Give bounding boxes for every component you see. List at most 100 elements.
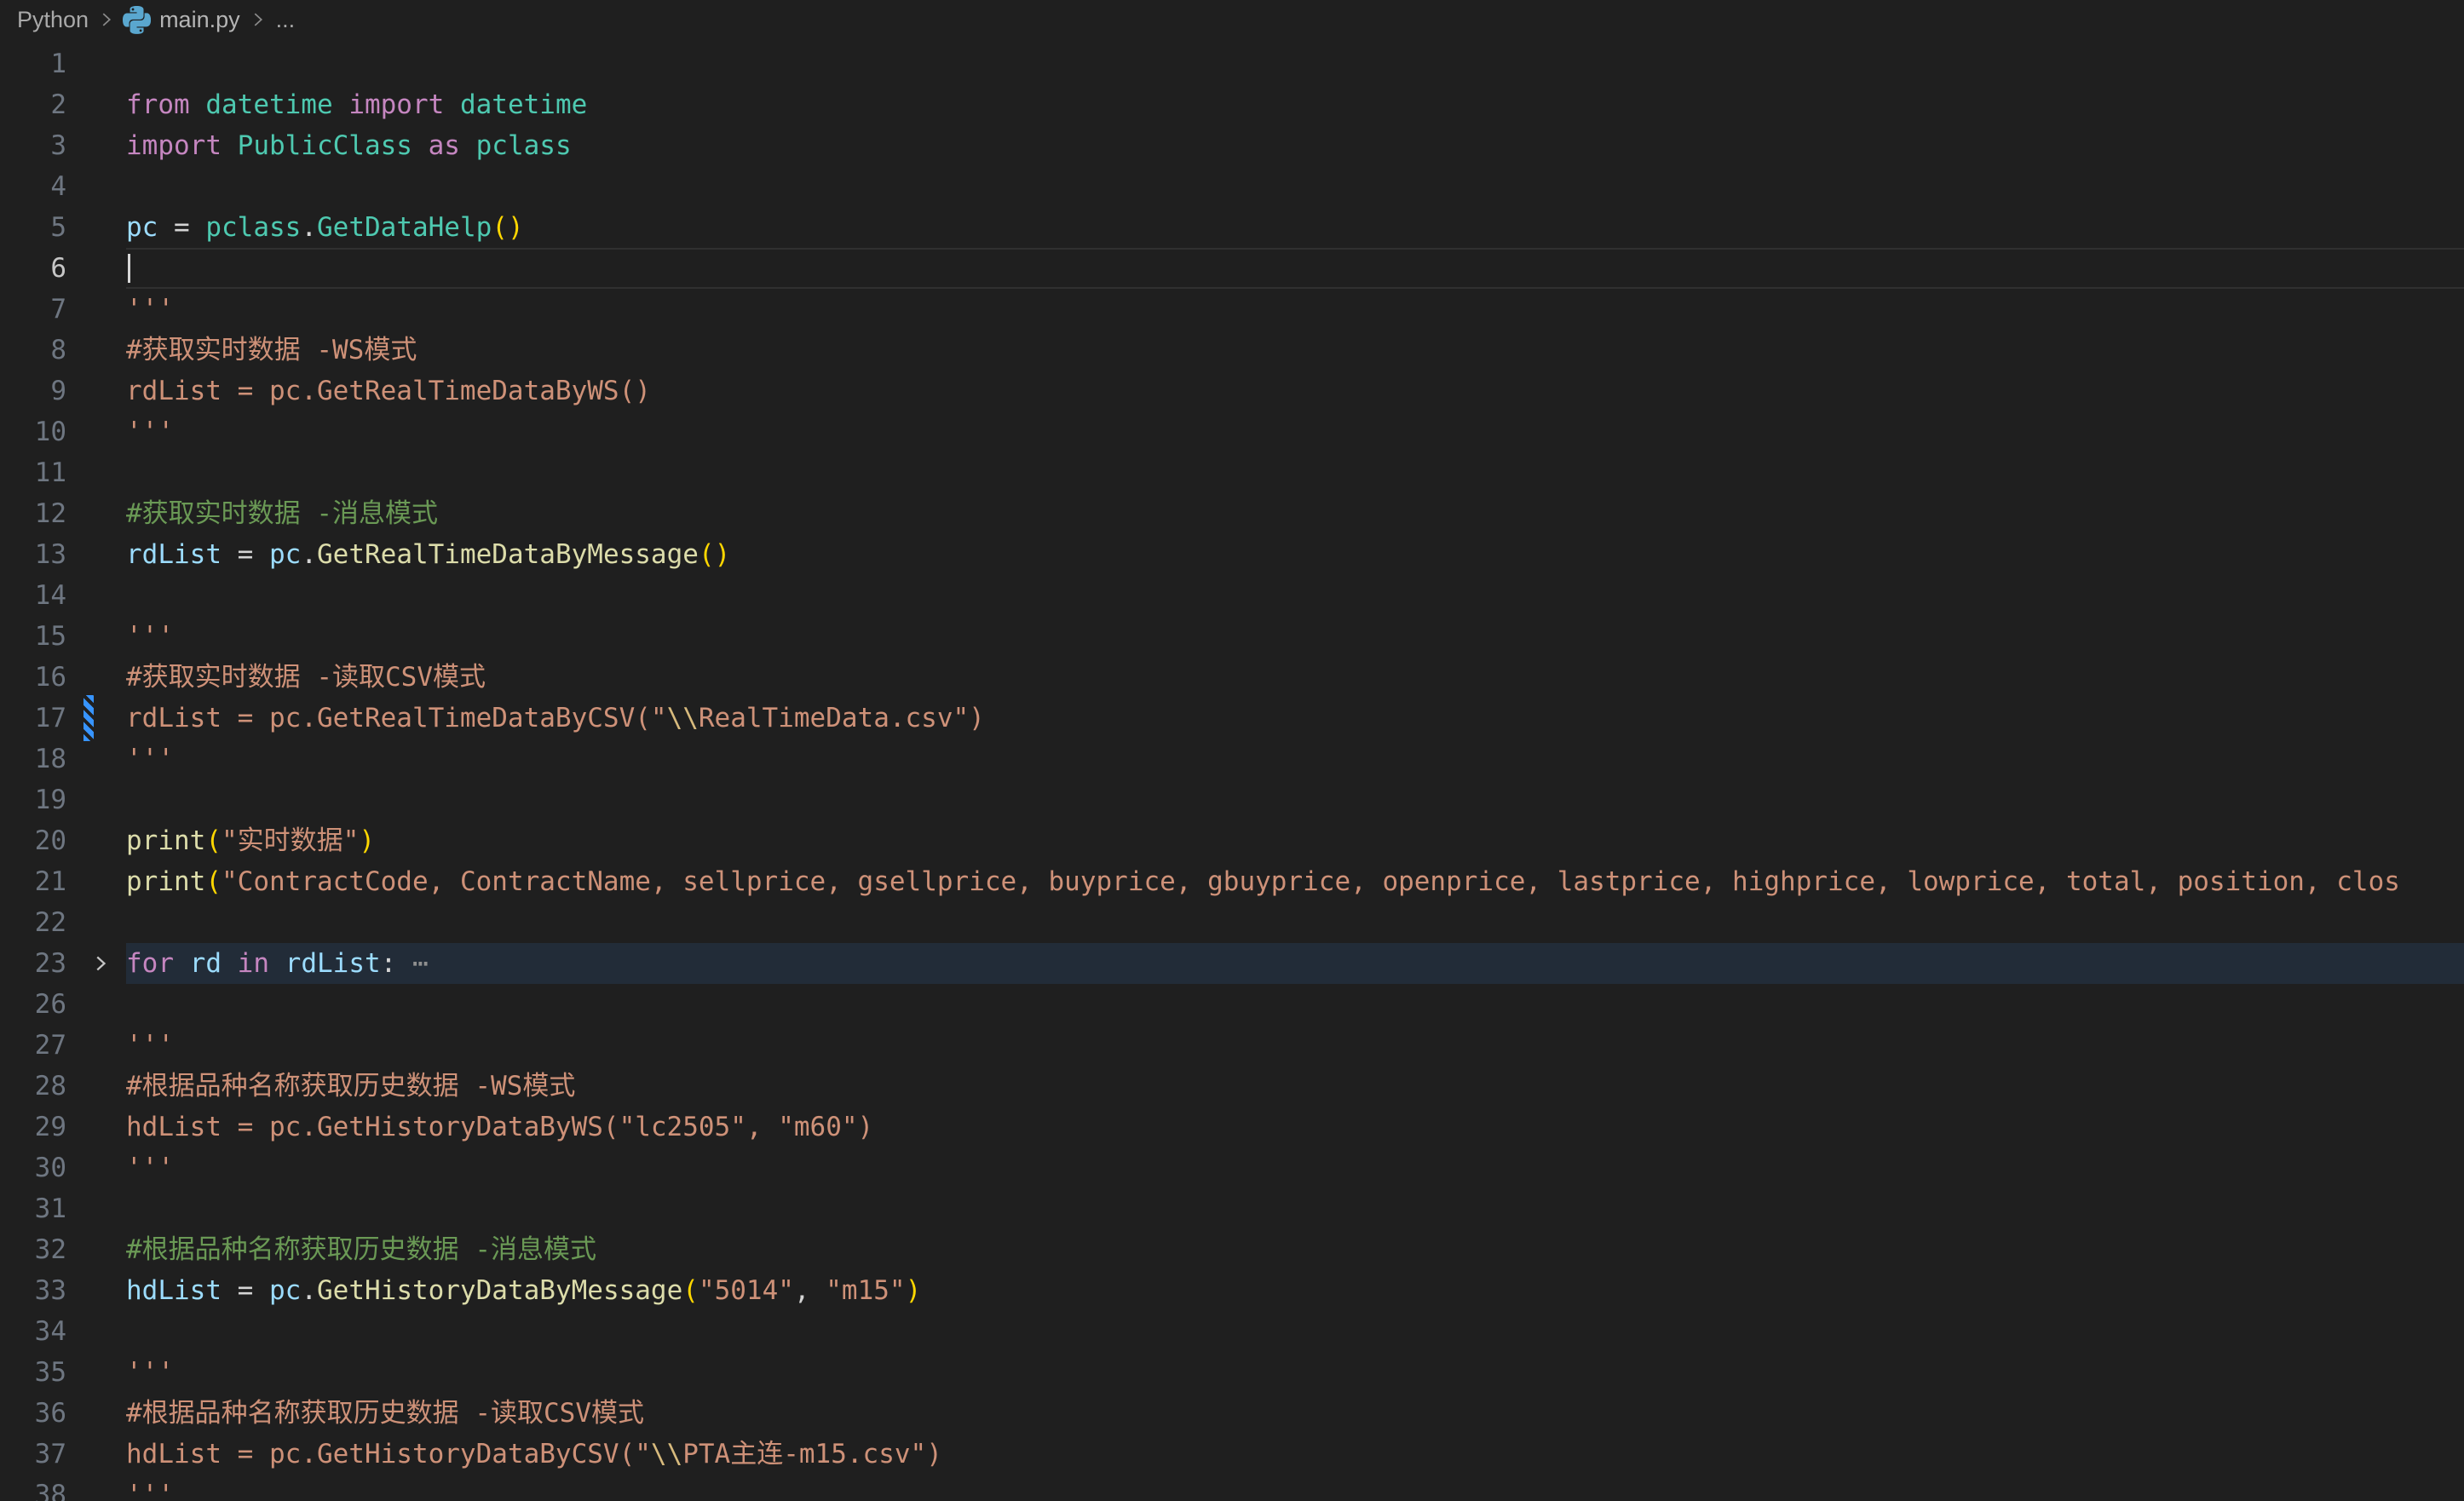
line-number[interactable]: 28 (0, 1066, 66, 1107)
code-line[interactable]: 6 (0, 248, 2464, 289)
code-line[interactable]: 26 (0, 984, 2464, 1025)
code-line-content[interactable] (126, 902, 2464, 943)
line-number[interactable]: 6 (0, 248, 66, 289)
code-line[interactable]: 20 print("实时数据") (0, 820, 2464, 861)
line-number[interactable]: 16 (0, 657, 66, 698)
code-line[interactable]: 33hdList = pc.GetHistoryDataByMessage("5… (0, 1270, 2464, 1311)
code-line-content[interactable]: pc = pclass.GetDataHelp() (126, 207, 2464, 248)
code-line-content[interactable]: print("实时数据") (126, 820, 2464, 861)
code-line[interactable]: 34 (0, 1311, 2464, 1352)
code-line-content[interactable]: ''' (126, 739, 2464, 779)
line-number[interactable]: 34 (0, 1311, 66, 1352)
line-number[interactable]: 20 (0, 820, 66, 861)
code-line-content[interactable]: ''' (126, 616, 2464, 657)
code-line-content[interactable] (126, 1188, 2464, 1229)
breadcrumb-item-folder[interactable]: Python (17, 7, 89, 33)
code-line[interactable]: 10 ''' (0, 411, 2464, 452)
code-line-content[interactable]: ''' (126, 1352, 2464, 1393)
code-line-content[interactable]: #根据品种名称获取历史数据 -WS模式 (126, 1066, 2464, 1107)
code-line[interactable]: 22 (0, 902, 2464, 943)
line-number[interactable]: 32 (0, 1229, 66, 1270)
code-line[interactable]: 35''' (0, 1352, 2464, 1393)
line-number[interactable]: 19 (0, 779, 66, 820)
code-line[interactable]: 12 #获取实时数据 -消息模式 (0, 493, 2464, 534)
code-line-content[interactable] (126, 779, 2464, 820)
line-number[interactable]: 31 (0, 1188, 66, 1229)
code-line[interactable]: 28 #根据品种名称获取历史数据 -WS模式 (0, 1066, 2464, 1107)
code-line-content[interactable]: import PublicClass as pclass (126, 125, 2464, 166)
code-line-content[interactable]: ''' (126, 289, 2464, 330)
line-number[interactable]: 15 (0, 616, 66, 657)
code-line-content[interactable] (126, 984, 2464, 1025)
code-line-content[interactable]: #获取实时数据 -消息模式 (126, 493, 2464, 534)
code-line[interactable]: 17 rdList = pc.GetRealTimeDataByCSV("\\Re… (0, 698, 2464, 739)
code-line-content[interactable]: #根据品种名称获取历史数据 -读取CSV模式 (126, 1393, 2464, 1434)
code-line-content[interactable]: ''' (126, 1147, 2464, 1188)
code-line[interactable]: 27 ''' (0, 1025, 2464, 1066)
code-line[interactable]: 19 (0, 779, 2464, 820)
code-line-content[interactable]: for rd in rdList: ⋯ (126, 943, 2464, 984)
code-line[interactable]: 2 from datetime import datetime (0, 84, 2464, 125)
code-line-content[interactable]: rdList = pc.GetRealTimeDataByWS() (126, 371, 2464, 411)
line-number[interactable]: 13 (0, 534, 66, 575)
line-number[interactable]: 26 (0, 984, 66, 1025)
line-number[interactable]: 3 (0, 125, 66, 166)
line-number[interactable]: 5 (0, 207, 66, 248)
fold-chevron-icon[interactable] (90, 943, 111, 984)
code-line[interactable]: 15 ''' (0, 616, 2464, 657)
code-line[interactable]: 14 (0, 575, 2464, 616)
code-line-content[interactable]: print("ContractCode, ContractName, sellp… (126, 861, 2464, 902)
line-number[interactable]: 38 (0, 1475, 66, 1501)
line-number[interactable]: 1 (0, 43, 66, 84)
folded-code-ellipsis[interactable]: ⋯ (412, 948, 431, 979)
code-line-content[interactable] (126, 166, 2464, 207)
code-line-content[interactable]: rdList = pc.GetRealTimeDataByMessage() (126, 534, 2464, 575)
line-number[interactable]: 27 (0, 1025, 66, 1066)
code-line-content[interactable] (126, 1311, 2464, 1352)
code-area[interactable]: 12 from datetime import datetime 3 import P… (0, 43, 2464, 1501)
breadcrumb-item-file[interactable]: main.py (159, 7, 240, 33)
code-line[interactable]: 1 (0, 43, 2464, 84)
code-line[interactable]: 5 pc = pclass.GetDataHelp() (0, 207, 2464, 248)
code-line-content[interactable]: from datetime import datetime (126, 84, 2464, 125)
line-number[interactable]: 11 (0, 452, 66, 493)
code-line[interactable]: 4 (0, 166, 2464, 207)
code-line[interactable]: 21 print("ContractCode, ContractName, sel… (0, 861, 2464, 902)
code-line-content[interactable] (126, 248, 2464, 289)
line-number[interactable]: 10 (0, 411, 66, 452)
code-line-content[interactable]: rdList = pc.GetRealTimeDataByCSV("\\Real… (126, 698, 2464, 739)
code-line-content[interactable] (126, 452, 2464, 493)
code-line[interactable]: 36#根据品种名称获取历史数据 -读取CSV模式 (0, 1393, 2464, 1434)
line-number[interactable]: 29 (0, 1107, 66, 1147)
code-line[interactable]: 32#根据品种名称获取历史数据 -消息模式 (0, 1229, 2464, 1270)
code-line[interactable]: 8#获取实时数据 -WS模式 (0, 330, 2464, 371)
code-line[interactable]: 11 (0, 452, 2464, 493)
code-line-content[interactable]: hdList = pc.GetHistoryDataByCSV("\\PTA主连… (126, 1434, 2464, 1475)
code-line[interactable]: 13 rdList = pc.GetRealTimeDataByMessage() (0, 534, 2464, 575)
code-line-content[interactable]: ''' (126, 411, 2464, 452)
code-line-content[interactable]: #获取实时数据 -读取CSV模式 (126, 657, 2464, 698)
line-number[interactable]: 9 (0, 371, 66, 411)
code-line[interactable]: 31 (0, 1188, 2464, 1229)
code-line[interactable]: 23 for rd in rdList: ⋯ (0, 943, 2464, 984)
line-number[interactable]: 12 (0, 493, 66, 534)
code-line[interactable]: 7''' (0, 289, 2464, 330)
code-line[interactable]: 9 rdList = pc.GetRealTimeDataByWS() (0, 371, 2464, 411)
code-line[interactable]: 30''' (0, 1147, 2464, 1188)
line-number[interactable]: 37 (0, 1434, 66, 1475)
line-number[interactable]: 8 (0, 330, 66, 371)
code-line[interactable]: 38''' (0, 1475, 2464, 1501)
line-number[interactable]: 22 (0, 902, 66, 943)
code-line-content[interactable] (126, 43, 2464, 84)
code-line[interactable]: 29hdList = pc.GetHistoryDataByWS("lc2505… (0, 1107, 2464, 1147)
breadcrumb-item-symbol[interactable]: ... (276, 7, 296, 33)
line-number[interactable]: 2 (0, 84, 66, 125)
line-number[interactable]: 33 (0, 1270, 66, 1311)
line-number[interactable]: 21 (0, 861, 66, 902)
code-line[interactable]: 3 import PublicClass as pclass (0, 125, 2464, 166)
code-line-content[interactable]: ''' (126, 1025, 2464, 1066)
line-number[interactable]: 23 (0, 943, 66, 984)
code-line[interactable]: 18''' (0, 739, 2464, 779)
code-line[interactable]: 16 #获取实时数据 -读取CSV模式 (0, 657, 2464, 698)
line-number[interactable]: 17 (0, 698, 66, 739)
